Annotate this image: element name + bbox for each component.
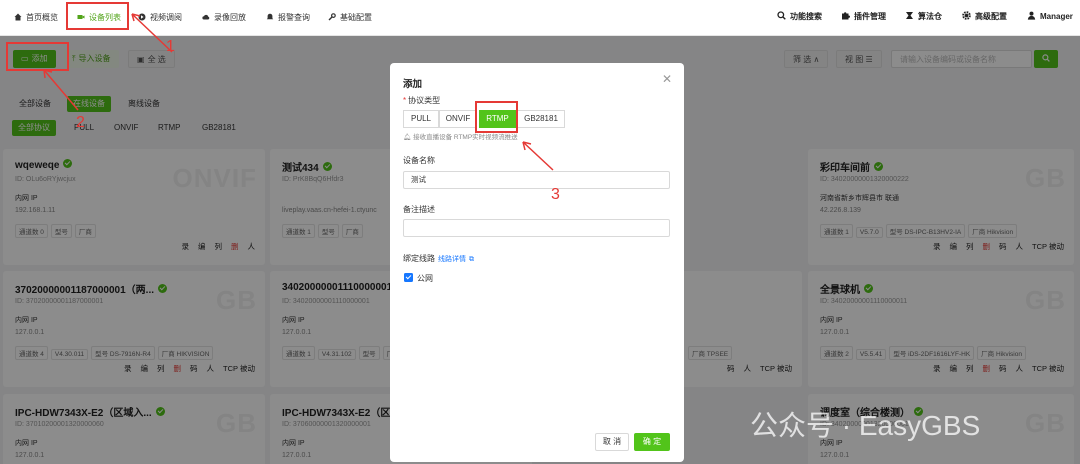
annotation-label-3: 3: [551, 186, 560, 203]
annotation-arrow-3: [522, 141, 554, 171]
publisher-watermark: 公众号 · EasyGBS: [750, 410, 981, 441]
annotation-arrow-layer: [522, 141, 554, 171]
